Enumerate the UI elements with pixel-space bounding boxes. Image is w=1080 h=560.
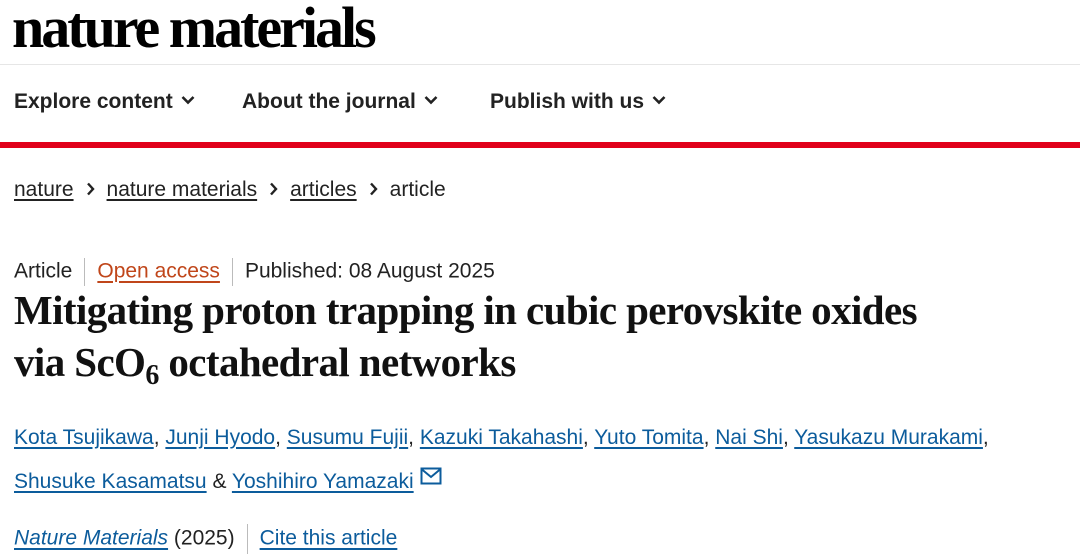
author-separator: , (782, 426, 795, 449)
author-separator: , (582, 426, 595, 449)
author-link[interactable]: Nai Shi (715, 426, 783, 449)
chevron-right-icon (369, 178, 378, 202)
chevron-down-icon (652, 96, 666, 105)
breadcrumb-link-articles[interactable]: articles (290, 178, 357, 201)
author-link[interactable]: Kota Tsujikawa (14, 426, 154, 449)
site-header: nature materials Explore content About t… (0, 0, 1080, 148)
citation-line: Nature Materials (2025) Cite this article (14, 524, 397, 554)
author-separator: , (153, 426, 166, 449)
breadcrumb: nature nature materials articles article (14, 178, 446, 202)
publication-year: (2025) (173, 526, 235, 550)
journal-link[interactable]: Nature Materials (14, 527, 168, 550)
author-link[interactable]: Junji Hyodo (165, 426, 275, 449)
title-line-1: Mitigating proton trapping in cubic pero… (14, 287, 918, 333)
header-accent-rule (0, 142, 1080, 148)
author-link[interactable]: Yuto Tomita (594, 426, 703, 449)
breadcrumb-link-nature-materials[interactable]: nature materials (107, 178, 258, 201)
author-link[interactable]: Yasukazu Murakami (794, 426, 983, 449)
author-link[interactable]: Shusuke Kasamatsu (14, 470, 207, 493)
published-date: Published: 08 August 2025 (244, 259, 495, 283)
chevron-down-icon (181, 96, 195, 105)
author-link[interactable]: Susumu Fujii (287, 426, 408, 449)
nav-label: Publish with us (490, 90, 645, 113)
author-separator: , (275, 426, 287, 449)
meta-divider (84, 258, 86, 286)
author-separator: , (408, 426, 420, 449)
open-access-link[interactable]: Open access (97, 260, 220, 283)
article-meta: Article Open access Published: 08 August 2… (14, 258, 495, 286)
mail-icon[interactable] (420, 457, 442, 501)
nav-publish-with-us[interactable]: Publish with us (490, 90, 666, 114)
author-link-corresponding[interactable]: Yoshihiro Yamazaki (232, 470, 414, 493)
article-type: Article (14, 259, 73, 283)
main-nav: Explore content About the journal Publis… (0, 66, 1080, 142)
title-subscript: 6 (145, 360, 159, 391)
citation-divider (246, 524, 248, 554)
author-separator: , (982, 426, 989, 449)
nav-explore-content[interactable]: Explore content (14, 90, 195, 114)
author-list: Kota Tsujikawa, Junji Hyodo, Susumu Fuji… (14, 416, 1064, 504)
nav-about-journal[interactable]: About the journal (242, 90, 438, 114)
logo-bar: nature materials (0, 0, 1080, 65)
title-line-2-suffix: octahedral networks (158, 339, 516, 385)
cite-this-article-link[interactable]: Cite this article (260, 527, 398, 550)
nav-label: About the journal (242, 90, 416, 113)
journal-logo[interactable]: nature materials (12, 0, 377, 61)
chevron-right-icon (269, 178, 278, 202)
breadcrumb-link-nature[interactable]: nature (14, 178, 74, 201)
breadcrumb-current: article (389, 178, 446, 201)
chevron-down-icon (424, 96, 438, 105)
author-separator: & (206, 470, 232, 493)
chevron-right-icon (86, 178, 95, 202)
author-separator: , (703, 426, 716, 449)
meta-divider (231, 258, 233, 286)
article-title: Mitigating proton trapping in cubic pero… (14, 284, 1074, 391)
title-line-2-prefix: via ScO (14, 339, 146, 385)
author-link[interactable]: Kazuki Takahashi (420, 426, 583, 449)
nav-label: Explore content (14, 90, 173, 113)
